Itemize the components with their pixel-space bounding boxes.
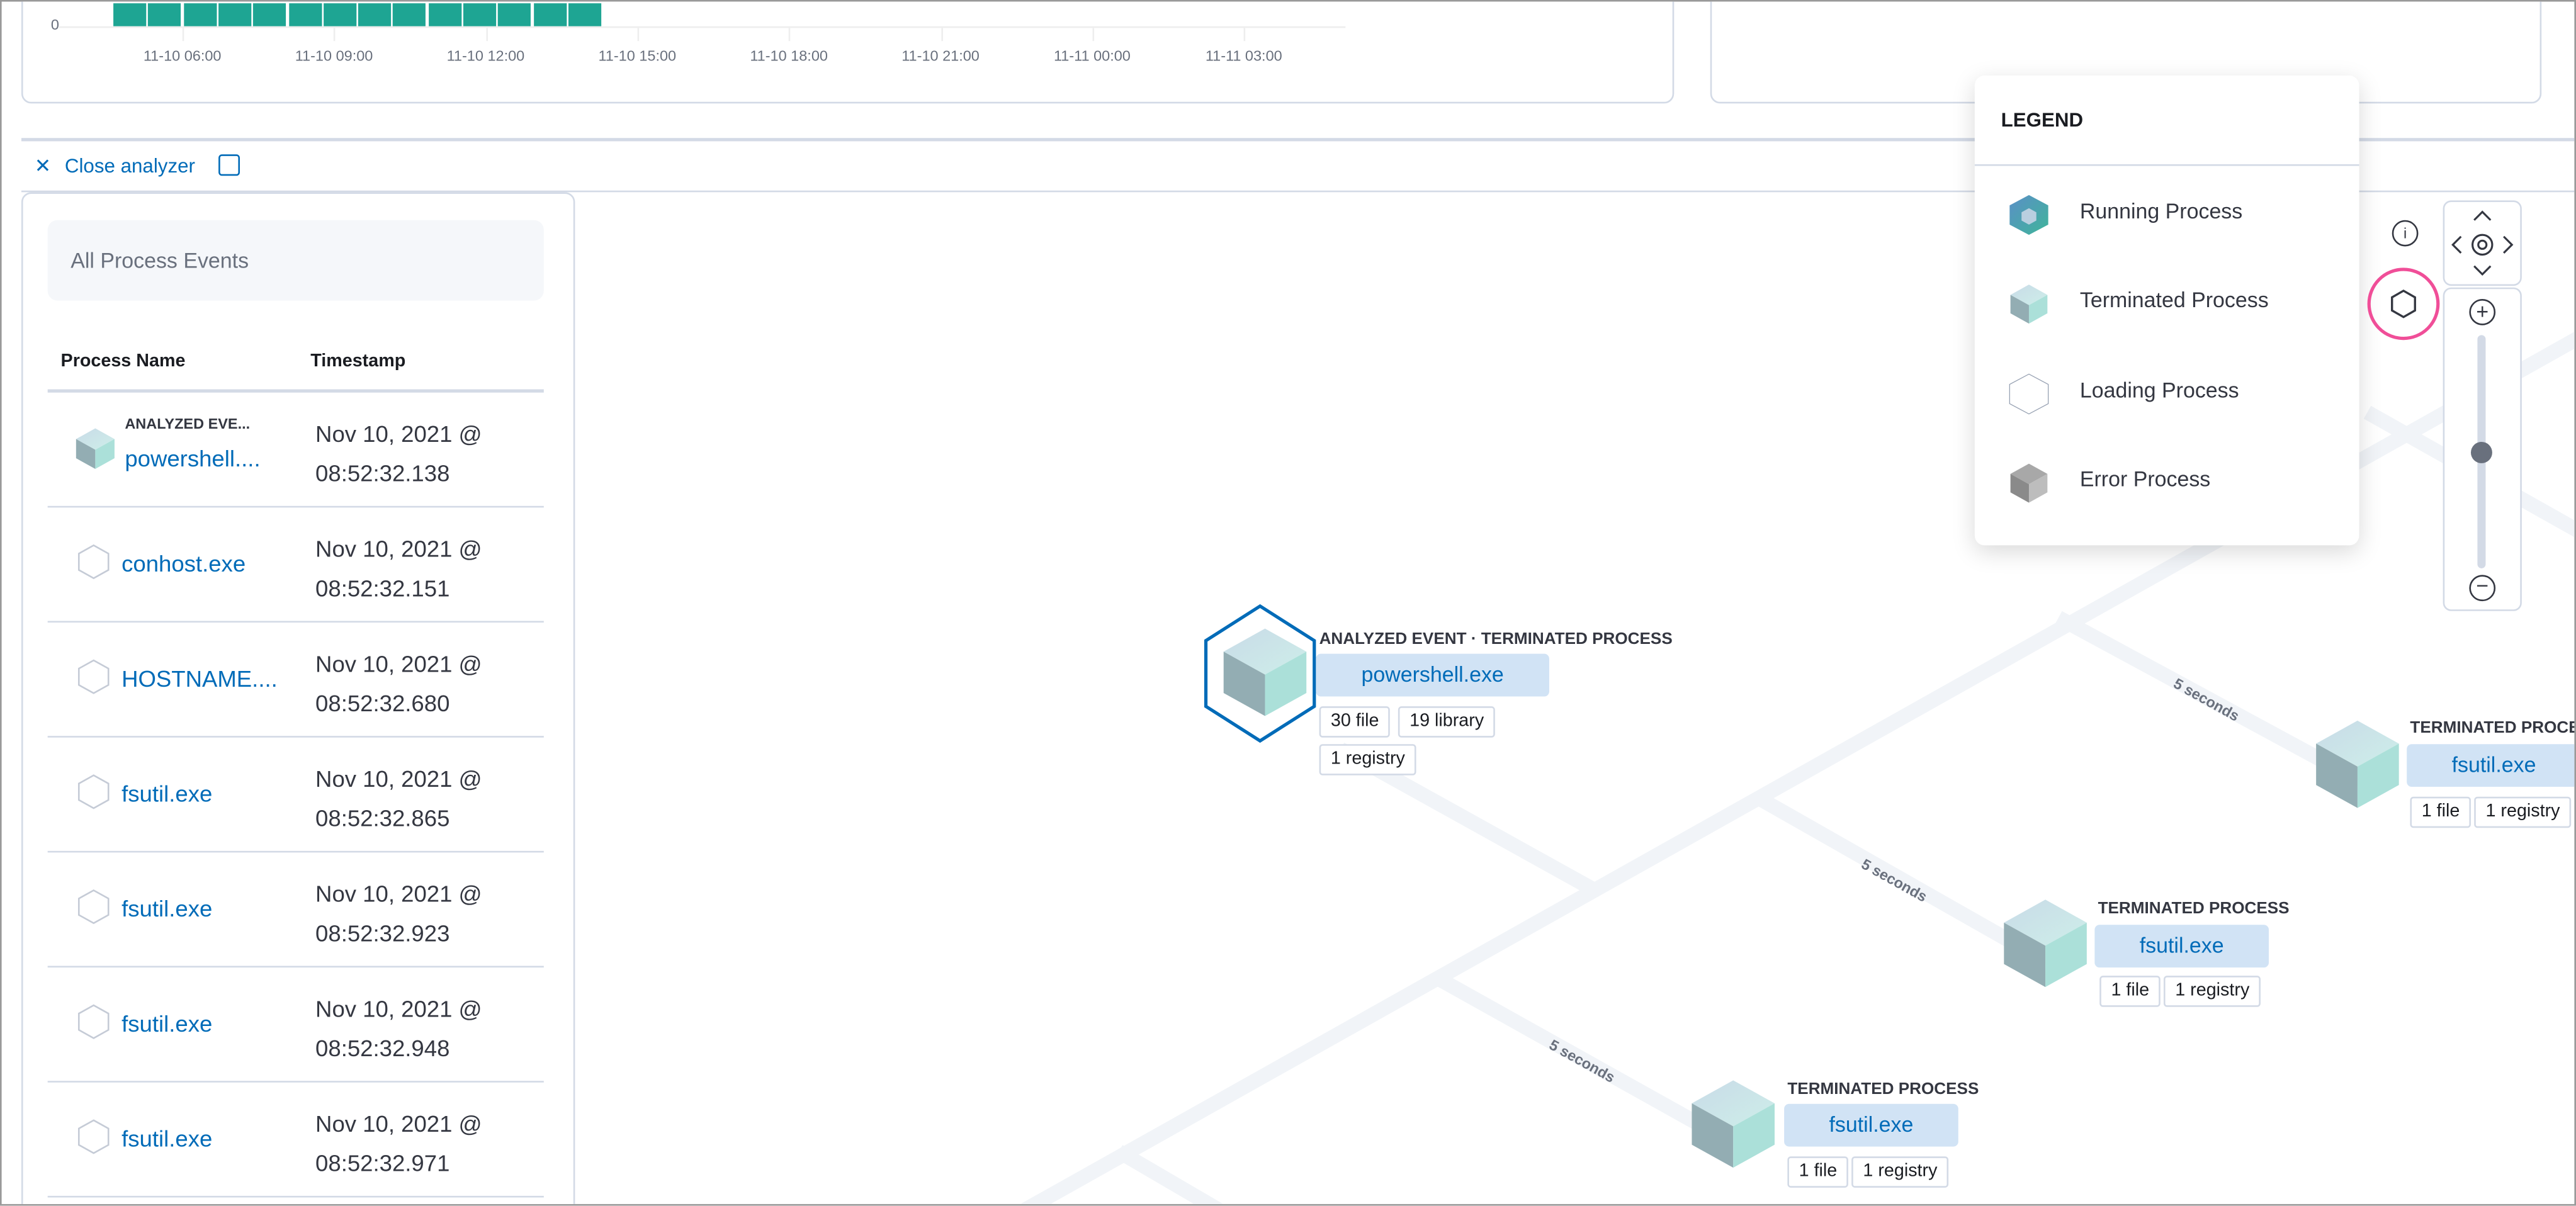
analyzed-event-badge: ANALYZED EVE...	[125, 415, 251, 432]
process-name-link[interactable]: conhost.exe	[121, 550, 246, 577]
timestamp: Nov 10, 2021 @08:52:32.865	[315, 765, 482, 831]
terminated-process-icon	[2008, 283, 2050, 325]
loading-process-icon	[77, 774, 110, 809]
table-row[interactable]: fsutil.exe Nov 10, 2021 @08:52:32.865	[47, 738, 544, 853]
pan-left-icon[interactable]	[2451, 235, 2462, 254]
terminated-process-cube-icon[interactable]	[1687, 1074, 1779, 1173]
process-name-link[interactable]: fsutil.exe	[121, 895, 212, 921]
node-label: TERMINATED PROCESS	[2098, 900, 2290, 918]
running-process-icon	[2008, 194, 2050, 237]
pan-right-icon[interactable]	[2503, 235, 2514, 254]
column-header-process-name[interactable]: Process Name	[61, 351, 186, 371]
table-row[interactable]: conhost.exe Nov 10, 2021 @08:52:32.151	[47, 507, 544, 623]
terminated-process-icon	[74, 425, 116, 471]
center-icon[interactable]	[2471, 234, 2494, 256]
registry-events-chip[interactable]: 1 registry	[1851, 1156, 1949, 1188]
resolver-view: 0 11-10 06:00 11-10 09:00 11-10 12:00 11-10…	[0, 0, 2576, 1206]
timestamp: Nov 10, 2021 @08:52:32.971	[315, 1110, 482, 1176]
node-name-button[interactable]: powershell.exe	[1316, 653, 1549, 697]
timestamp: Nov 10, 2021 @08:52:32.923	[315, 880, 482, 947]
zoom-control: + −	[2443, 287, 2522, 611]
table-row[interactable]: fsutil.exe Nov 10, 2021 @08:52:32.948	[47, 967, 544, 1083]
pan-up-icon[interactable]	[2473, 210, 2492, 221]
table-row[interactable]: HOSTNAME.... Nov 10, 2021 @08:52:32.680	[47, 623, 544, 738]
node-label: ANALYZED EVENT · TERMINATED PROCESS	[1319, 631, 1673, 649]
panel-title-box: All Process Events	[47, 220, 544, 301]
node-label: TERMINATED PROCESS	[2410, 719, 2574, 738]
process-name-link[interactable]: fsutil.exe	[121, 1125, 212, 1152]
process-name-link[interactable]: HOSTNAME....	[121, 665, 278, 692]
process-name-link[interactable]: fsutil.exe	[121, 1010, 212, 1037]
node-label: TERMINATED PROCESS	[1787, 1081, 1979, 1099]
node-name-button[interactable]: fsutil.exe	[2094, 925, 2269, 968]
registry-events-chip[interactable]: 1 registry	[2474, 796, 2572, 828]
node-name-button[interactable]: fsutil.exe	[1784, 1103, 1958, 1147]
registry-events-chip[interactable]: 1 registry	[1319, 744, 1417, 775]
table-row[interactable]: fsutil.exe Nov 10, 2021 @08:52:32.923	[47, 852, 544, 968]
error-process-icon	[2008, 461, 2050, 504]
zoom-slider-thumb[interactable]	[2470, 442, 2492, 463]
table-row[interactable]: ANALYZED EVE... powershell.... Nov 10, 202…	[47, 393, 544, 508]
node-name-button[interactable]: fsutil.exe	[2407, 744, 2575, 787]
process-name-link[interactable]: fsutil.exe	[121, 781, 212, 807]
legend-toggle-button[interactable]	[2367, 268, 2440, 341]
table-row[interactable]: fsutil.exe Nov 10, 2021 @08:52:32.971	[47, 1083, 544, 1198]
timestamp: Nov 10, 2021 @08:52:32.680	[315, 650, 482, 716]
terminated-process-cube-icon[interactable]	[1219, 623, 1311, 721]
registry-events-chip[interactable]: 1 registry	[2163, 976, 2261, 1007]
edge	[1115, 1145, 1224, 1204]
loading-process-icon	[2008, 373, 2050, 415]
terminated-process-cube-icon[interactable]	[2312, 714, 2404, 813]
timestamp: Nov 10, 2021 @08:52:32.948	[315, 995, 482, 1061]
file-events-chip[interactable]: 30 file	[1319, 706, 1391, 738]
loading-process-icon	[77, 1004, 110, 1039]
legend-divider	[1974, 164, 2359, 166]
pan-down-icon[interactable]	[2473, 265, 2492, 276]
legend-popover: LEGEND Running Process Terminated Proces…	[1974, 76, 2359, 546]
loading-process-icon	[77, 889, 110, 925]
process-name-link[interactable]: powershell....	[125, 445, 260, 471]
file-events-chip[interactable]: 1 file	[2410, 796, 2471, 828]
timestamp: Nov 10, 2021 @08:52:32.138	[315, 420, 482, 487]
hexagon-icon	[2391, 289, 2416, 318]
panel-title: All Process Events	[71, 248, 249, 273]
loading-process-icon	[77, 544, 110, 580]
pan-control	[2443, 200, 2522, 286]
info-icon[interactable]: i	[2392, 220, 2419, 247]
terminated-process-cube-icon[interactable]	[1999, 894, 2091, 993]
legend-title: LEGEND	[2001, 108, 2084, 132]
timestamp: Nov 10, 2021 @08:52:32.151	[315, 535, 482, 602]
zoom-out-icon[interactable]: −	[2469, 575, 2496, 602]
file-events-chip[interactable]: 1 file	[1787, 1156, 1849, 1188]
loading-process-icon	[77, 659, 110, 694]
column-header-timestamp[interactable]: Timestamp	[310, 351, 405, 371]
zoom-in-icon[interactable]: +	[2469, 298, 2496, 325]
file-events-chip[interactable]: 1 file	[2099, 976, 2161, 1007]
library-events-chip[interactable]: 19 library	[1398, 706, 1496, 738]
loading-process-icon	[77, 1119, 110, 1154]
